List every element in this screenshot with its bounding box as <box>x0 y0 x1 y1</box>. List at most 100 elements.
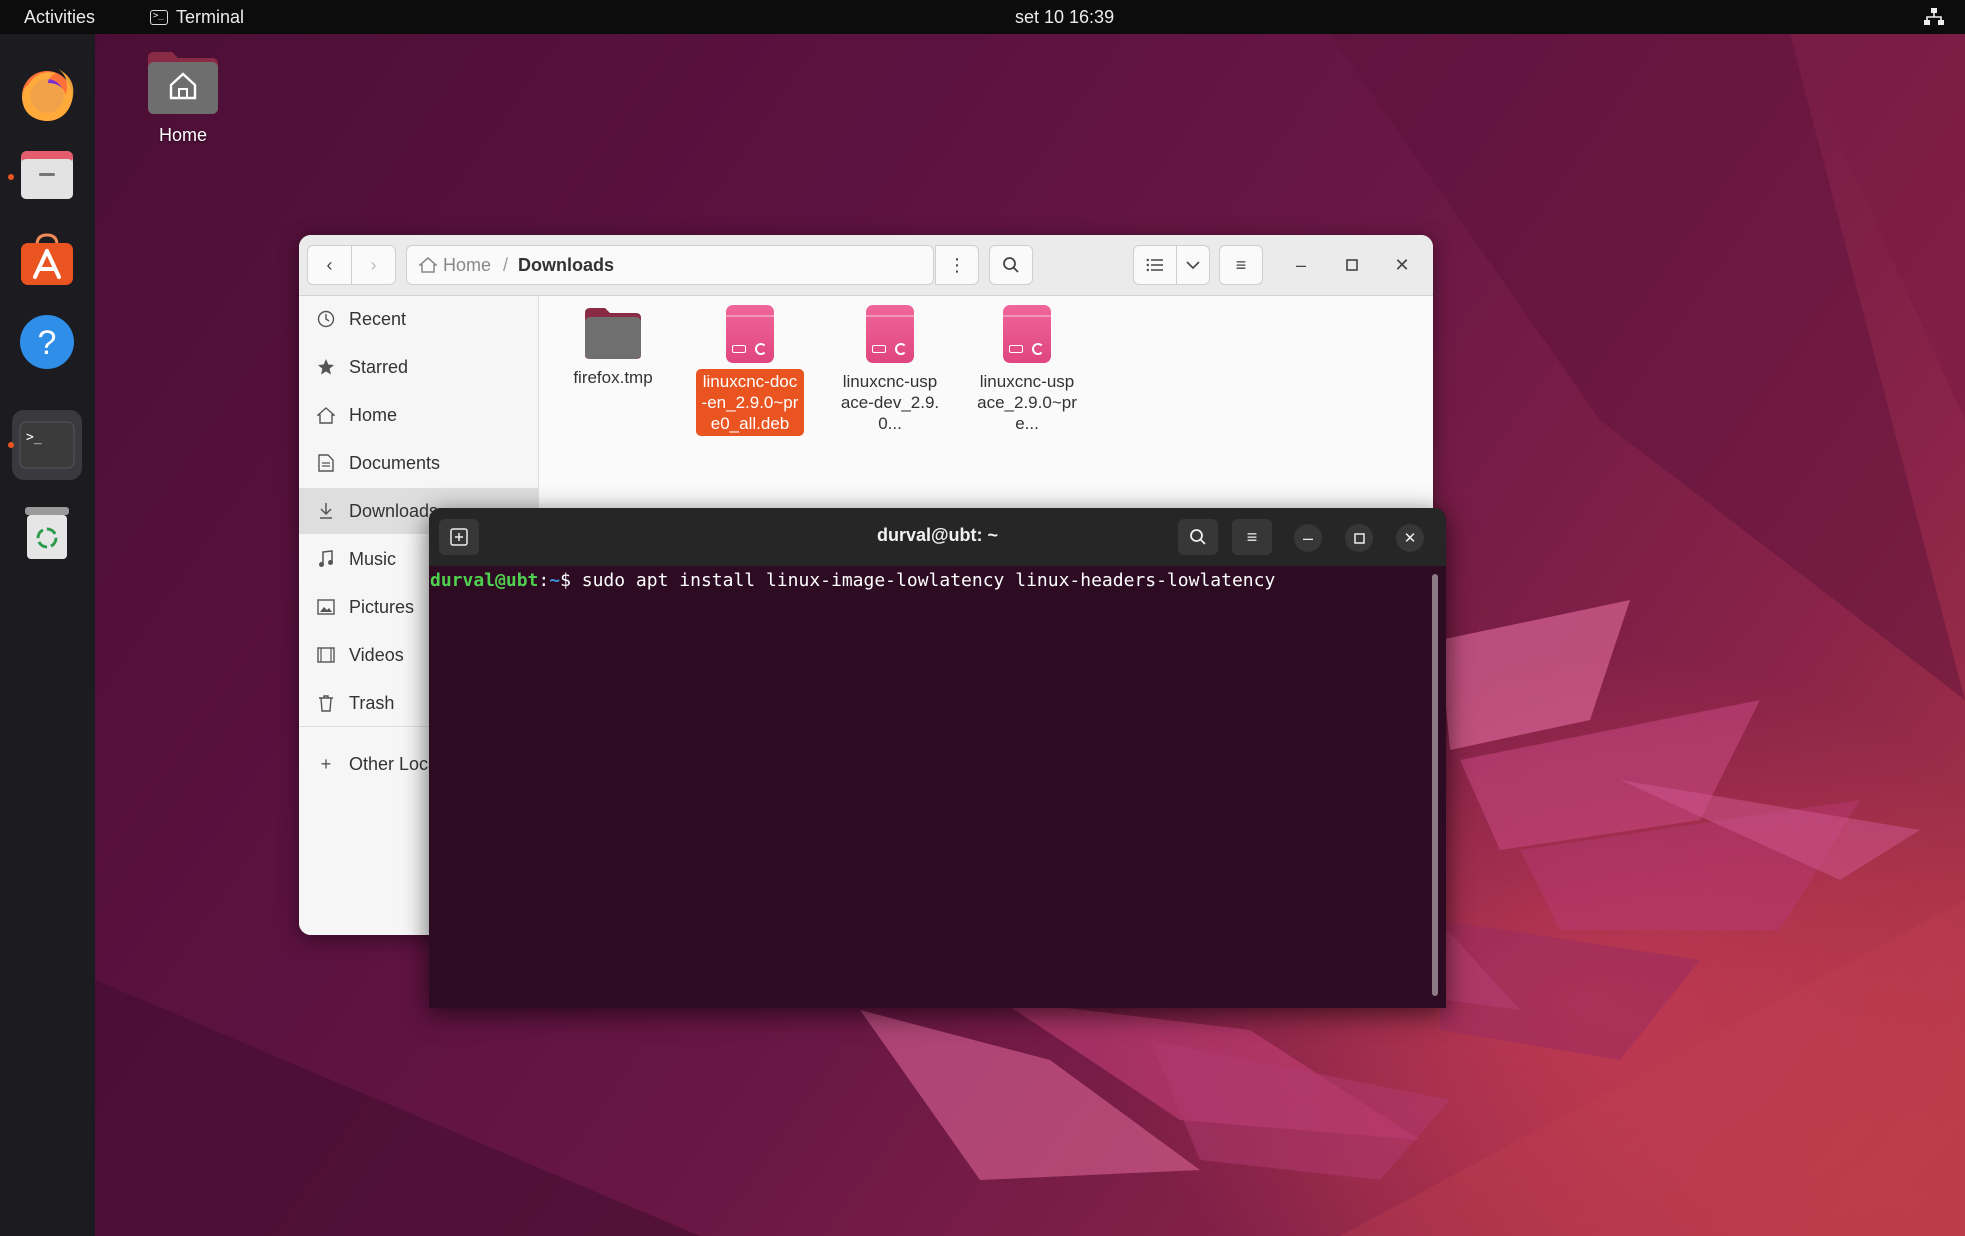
clock[interactable]: set 10 16:39 <box>1015 7 1114 28</box>
dock-terminal[interactable]: >_ <box>12 410 82 480</box>
plus-icon: + <box>320 753 332 774</box>
terminal-search-button[interactable] <box>1178 519 1218 555</box>
terminal-minimize-button[interactable]: – <box>1294 524 1322 552</box>
chevron-down-icon <box>1186 261 1200 270</box>
desktop-home[interactable]: Home <box>138 48 228 146</box>
path-home[interactable]: Home <box>419 255 491 276</box>
home-folder-icon <box>148 52 218 114</box>
path-current[interactable]: Downloads <box>518 255 614 276</box>
close-button[interactable]: ✕ <box>1382 245 1422 285</box>
file-item[interactable]: linuxcnc-uspace_2.9.0~pre... <box>972 305 1082 436</box>
sidebar-item-label: Trash <box>349 692 395 713</box>
sidebar-item-label: Downloads <box>349 500 439 521</box>
maximize-icon <box>1353 532 1365 544</box>
star-icon <box>318 359 334 375</box>
file-name: linuxcnc-uspace_2.9.0~pre... <box>977 372 1077 433</box>
running-indicator <box>8 442 14 448</box>
deb-package-icon <box>866 305 914 363</box>
svg-text:?: ? <box>38 324 57 362</box>
close-icon: ✕ <box>1394 254 1410 275</box>
app-menu[interactable]: >_ Terminal <box>150 7 244 28</box>
dock-help[interactable]: ? <box>12 307 82 377</box>
trash-icon <box>319 695 333 712</box>
sidebar-item-home[interactable]: Home <box>299 392 538 438</box>
trash-icon <box>25 507 69 559</box>
main-menu-button[interactable]: ≡ <box>1219 245 1263 285</box>
app-name: Terminal <box>176 7 245 27</box>
file-item[interactable]: firefox.tmp <box>558 305 668 390</box>
sidebar-item-label: Home <box>349 404 398 425</box>
terminal-header: durval@ubt: ~ ≡ – ✕ <box>429 508 1446 566</box>
download-icon <box>320 503 332 519</box>
sidebar-item-starred[interactable]: Starred <box>299 344 538 390</box>
maximize-icon <box>1346 259 1358 271</box>
sidebar-item-recent[interactable]: Recent <box>299 296 538 342</box>
dock-software[interactable] <box>12 224 82 294</box>
desktop-home-label: Home <box>158 125 207 145</box>
terminal-scrollbar[interactable] <box>1432 574 1438 996</box>
file-item[interactable]: linuxcnc-uspace-dev_2.9.0... <box>835 305 945 436</box>
sidebar-item-label: Starred <box>349 356 409 377</box>
chevron-right-icon: › <box>370 254 377 275</box>
home-icon <box>317 406 335 424</box>
sidebar-item-documents[interactable]: Documents <box>299 440 538 486</box>
top-bar: Activities >_ Terminal set 10 16:39 <box>0 0 1965 34</box>
prompt-symbol: $ <box>560 570 571 591</box>
terminal-output[interactable]: durval@ubt:~$ sudo apt install linux-ima… <box>430 570 1420 591</box>
dock-trash[interactable] <box>12 498 82 568</box>
maximize-button[interactable] <box>1332 245 1372 285</box>
dock: ? >_ <box>0 34 95 1236</box>
terminal-app-icon: >_ <box>19 421 75 469</box>
deb-package-icon <box>726 305 774 363</box>
document-icon <box>318 454 334 472</box>
dock-firefox[interactable] <box>12 59 82 129</box>
search-button[interactable] <box>989 245 1033 285</box>
minimize-button[interactable]: – <box>1281 245 1321 285</box>
software-store-icon <box>21 233 73 285</box>
path-menu-button[interactable]: ⋮ <box>935 245 979 285</box>
list-view-icon <box>1146 258 1163 272</box>
kebab-icon: ⋮ <box>948 254 966 275</box>
hamburger-icon: ≡ <box>1235 254 1247 275</box>
svg-text:>_: >_ <box>26 430 42 445</box>
network-icon[interactable] <box>1924 8 1944 31</box>
terminal-command: sudo apt install linux-image-lowlatency … <box>581 570 1276 591</box>
sidebar-item-label: Recent <box>349 308 407 329</box>
files-icon <box>21 151 73 199</box>
file-manager-header: ‹ › Home / Downloads ⋮ ≡ – ✕ <box>299 235 1433 296</box>
terminal-close-button[interactable]: ✕ <box>1396 524 1424 552</box>
path-home-label: Home <box>443 254 492 275</box>
terminal-maximize-button[interactable] <box>1345 524 1373 552</box>
running-indicator <box>8 174 14 180</box>
activities-button[interactable]: Activities <box>24 7 95 28</box>
minimize-icon: – <box>1295 254 1306 275</box>
file-name: linuxcnc-uspace-dev_2.9.0... <box>840 372 940 433</box>
file-name: firefox.tmp <box>573 368 653 387</box>
folder-icon <box>585 308 641 359</box>
hamburger-icon: ≡ <box>1246 526 1258 547</box>
path-bar: Home / Downloads <box>406 245 934 285</box>
forward-button[interactable]: › <box>351 245 396 285</box>
sidebar-item-label: Videos <box>349 644 404 665</box>
close-icon: ✕ <box>1403 530 1417 547</box>
home-icon <box>419 257 437 273</box>
back-button[interactable]: ‹ <box>307 245 352 285</box>
chevron-left-icon: ‹ <box>326 254 333 275</box>
sidebar-item-label: Documents <box>349 452 441 473</box>
file-item[interactable]: linuxcnc-doc-en_2.9.0~pre0_all.deb <box>695 305 805 436</box>
search-icon <box>1190 529 1206 545</box>
dock-files[interactable] <box>12 140 82 210</box>
prompt-path: ~ <box>549 570 561 591</box>
help-icon: ? <box>20 315 74 369</box>
music-icon <box>319 550 333 567</box>
terminal-window: durval@ubt: ~ ≡ – ✕ durval@ubt:~$ sudo a… <box>429 508 1446 1008</box>
sidebar-item-label: Music <box>349 548 397 569</box>
view-options-button[interactable] <box>1176 245 1210 285</box>
list-view-button[interactable] <box>1133 245 1177 285</box>
terminal-icon: >_ <box>150 10 168 25</box>
prompt-user: durval@ubt <box>430 570 539 591</box>
terminal-menu-button[interactable]: ≡ <box>1232 519 1272 555</box>
pictures-icon <box>317 599 335 615</box>
file-name: linuxcnc-doc-en_2.9.0~pre0_all.deb <box>696 369 804 436</box>
clock-icon <box>317 310 335 328</box>
